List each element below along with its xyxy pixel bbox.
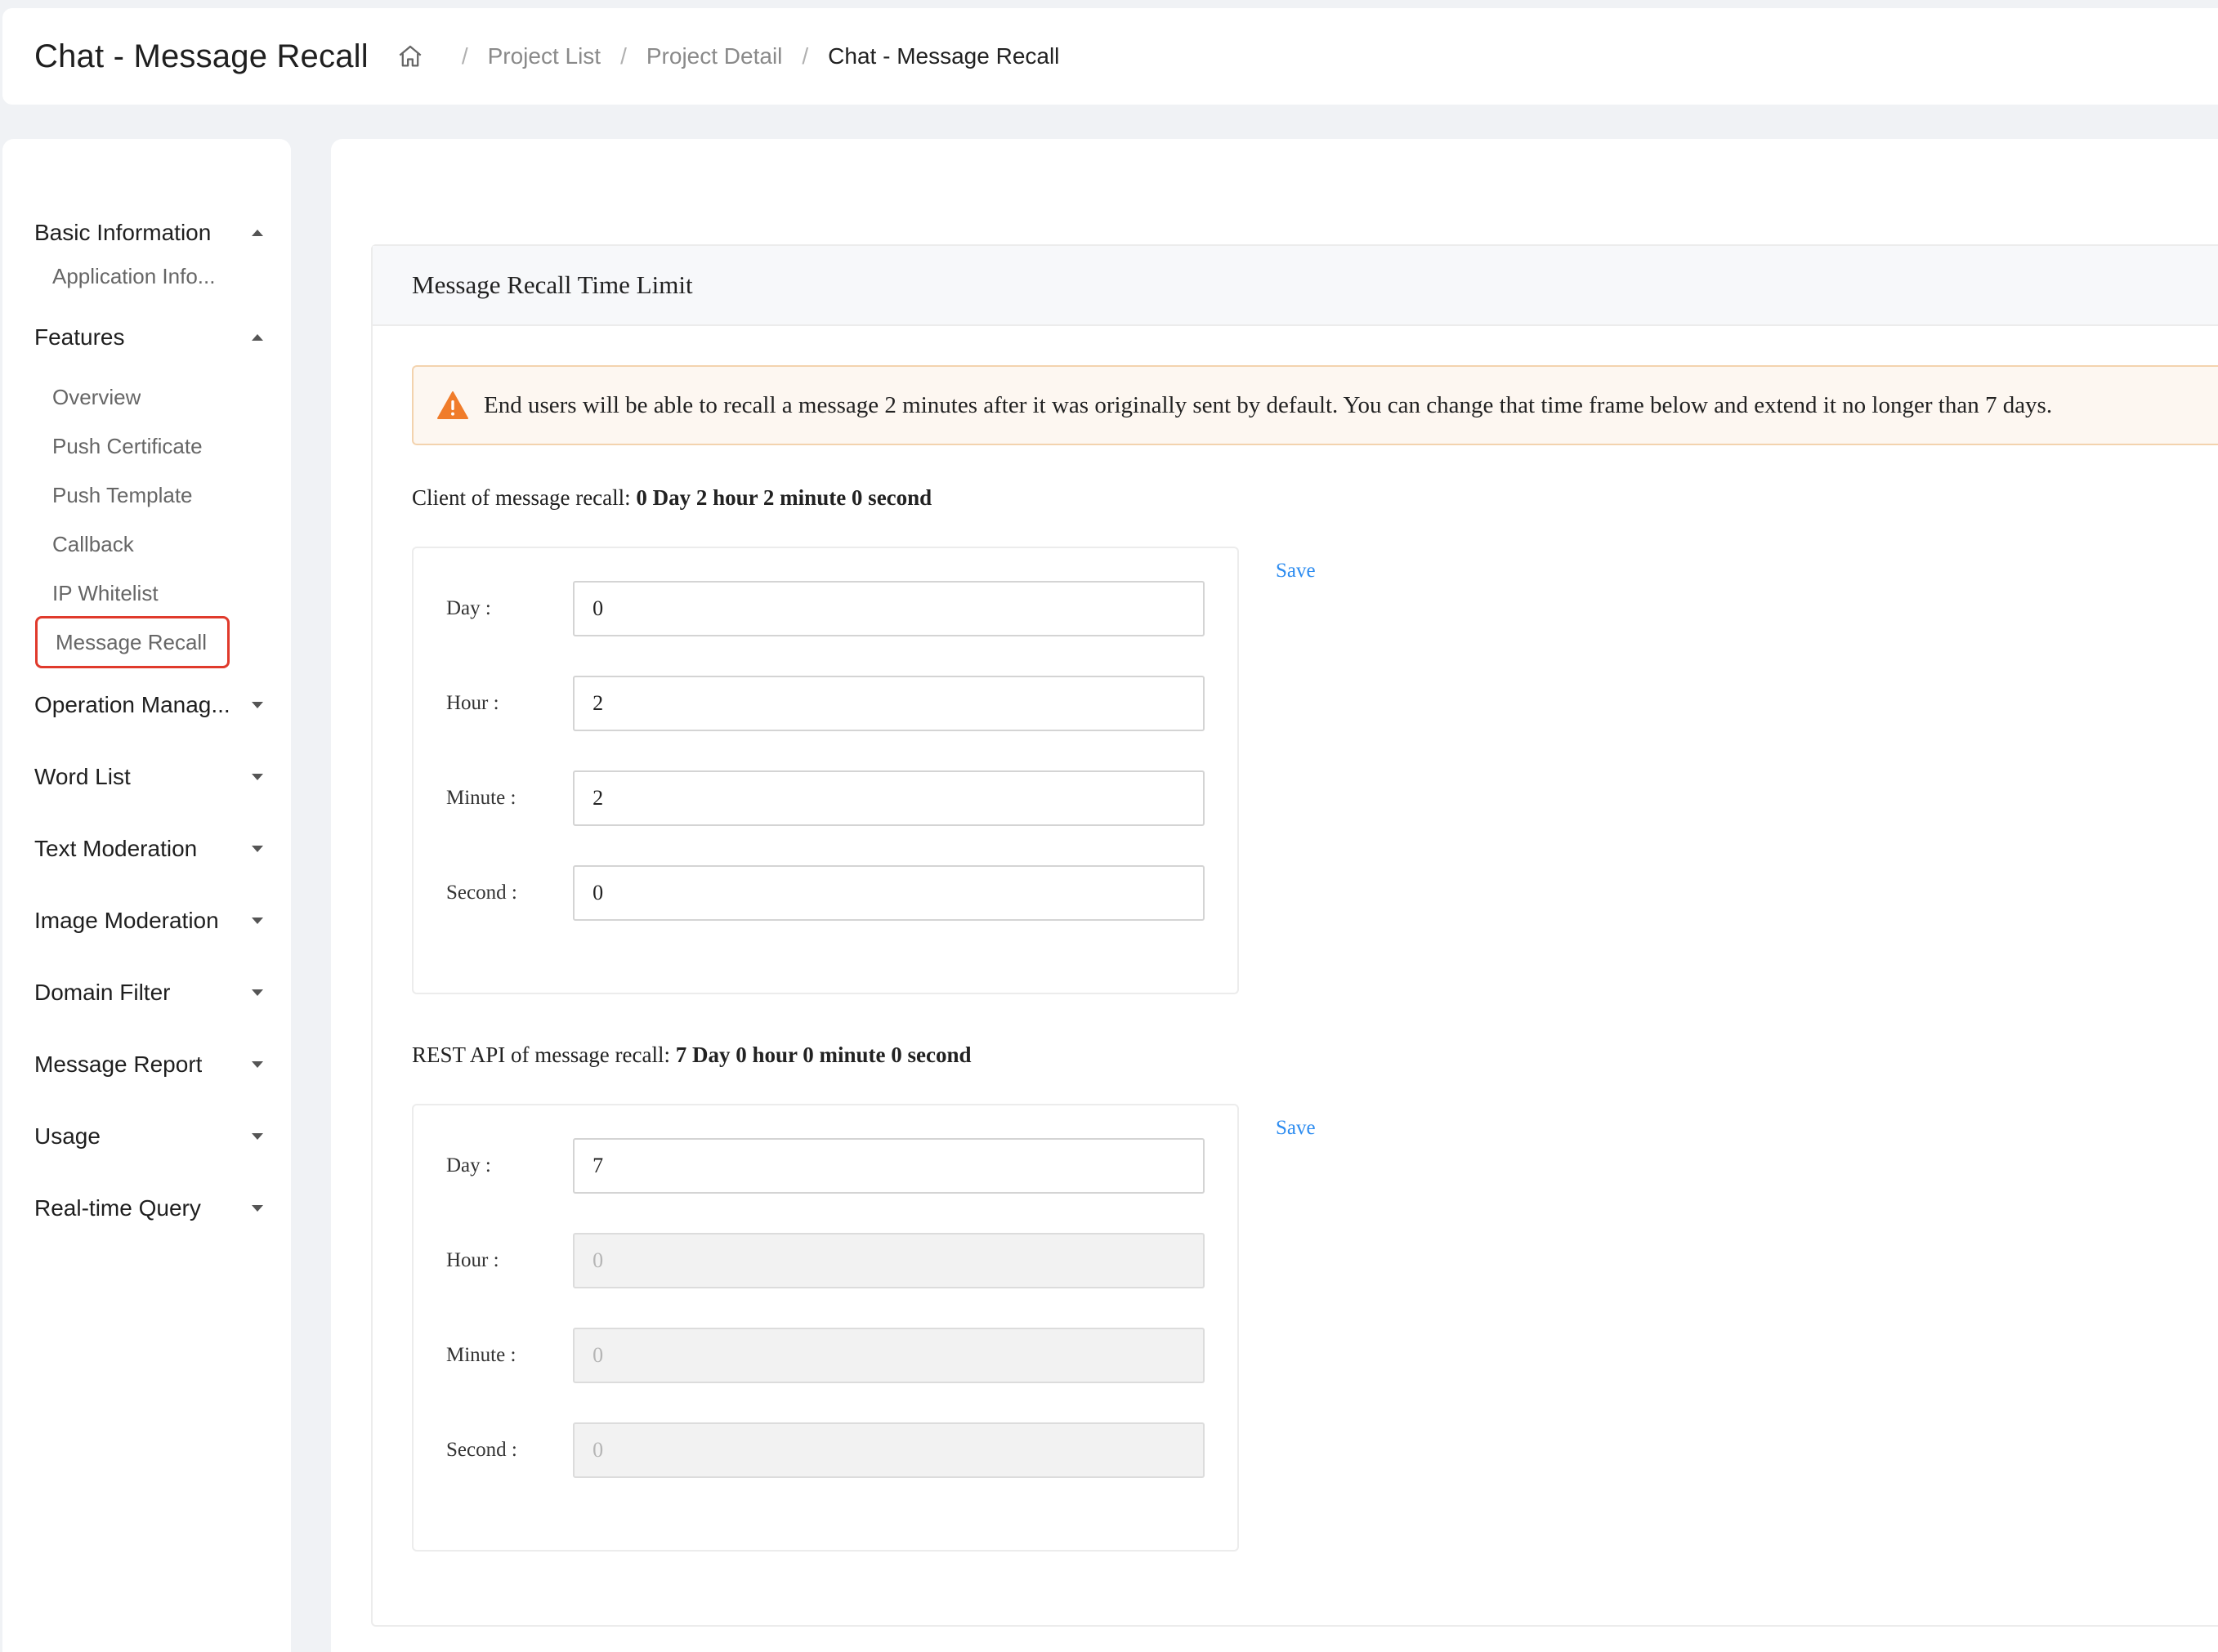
sidebar-group-features[interactable]: Features — [34, 317, 263, 358]
client-minute-input[interactable] — [573, 770, 1205, 826]
client-second-row: Second : — [446, 865, 1205, 921]
client-recall-title: Client of message recall: 0 Day 2 hour 2… — [412, 485, 932, 510]
breadcrumb-separator: / — [620, 43, 627, 69]
client-recall-form: Day : Hour : Minute : Second : — [412, 547, 1239, 994]
sidebar-group-real-time-query[interactable]: Real-time Query — [34, 1188, 263, 1229]
sidebar-group-label: Message Report — [34, 1051, 203, 1077]
caret-down-icon — [252, 702, 263, 708]
client-save-button[interactable]: Save — [1276, 560, 1316, 583]
breadcrumb-separator: / — [802, 43, 809, 69]
sidebar-group-operation-management[interactable]: Operation Manag... — [34, 685, 263, 726]
sidebar-group-basic-information[interactable]: Basic Information — [34, 212, 263, 253]
home-icon[interactable] — [396, 42, 424, 70]
main-content: Message Recall Time Limit End users will… — [331, 139, 2218, 1652]
sidebar-group-label: Basic Information — [34, 220, 212, 245]
caret-down-icon — [252, 989, 263, 996]
caret-up-icon — [252, 230, 263, 236]
breadcrumb-separator: / — [461, 43, 468, 69]
sidebar-group-label: Usage — [34, 1123, 101, 1149]
rest-day-input[interactable] — [573, 1138, 1205, 1194]
sidebar-group-label: Image Moderation — [34, 908, 219, 933]
sidebar-item-ip-whitelist[interactable]: IP Whitelist — [52, 575, 248, 611]
message-recall-card: Message Recall Time Limit End users will… — [371, 244, 2218, 1627]
second-label: Second : — [446, 1439, 517, 1461]
client-second-input[interactable] — [573, 865, 1205, 921]
caret-down-icon — [252, 774, 263, 780]
minute-label: Minute : — [446, 1344, 516, 1366]
second-label: Second : — [446, 882, 517, 904]
caret-down-icon — [252, 1133, 263, 1140]
caret-down-icon — [252, 1061, 263, 1068]
sidebar: Basic Information Application Info... Fe… — [2, 139, 291, 1652]
day-label: Day : — [446, 1154, 491, 1176]
hour-label: Hour : — [446, 692, 499, 714]
sidebar-item-push-certificate[interactable]: Push Certificate — [52, 428, 248, 464]
sidebar-group-message-report[interactable]: Message Report — [34, 1044, 263, 1085]
sidebar-group-label: Operation Manag... — [34, 692, 230, 717]
breadcrumb-project-detail[interactable]: Project Detail — [646, 43, 783, 69]
caret-down-icon — [252, 1205, 263, 1212]
breadcrumb-current: Chat - Message Recall — [828, 43, 1060, 69]
sidebar-group-label: Features — [34, 324, 125, 350]
sidebar-group-label: Domain Filter — [34, 980, 171, 1005]
caret-down-icon — [252, 846, 263, 852]
alert-text: End users will be able to recall a messa… — [484, 391, 2053, 418]
hour-label: Hour : — [446, 1249, 499, 1271]
minute-label: Minute : — [446, 787, 516, 809]
breadcrumb: / Project List / Project Detail / Chat -… — [396, 42, 1060, 70]
client-recall-value: 0 Day 2 hour 2 minute 0 second — [636, 485, 932, 510]
client-day-input[interactable] — [573, 581, 1205, 636]
warning-icon — [437, 391, 468, 419]
info-alert: End users will be able to recall a messa… — [412, 365, 2218, 445]
client-hour-row: Hour : — [446, 676, 1205, 731]
rest-recall-title: REST API of message recall: 7 Day 0 hour… — [412, 1043, 972, 1067]
sidebar-group-image-moderation[interactable]: Image Moderation — [34, 900, 263, 941]
sidebar-group-word-list[interactable]: Word List — [34, 757, 263, 797]
day-label: Day : — [446, 597, 491, 619]
rest-recall-value: 7 Day 0 hour 0 minute 0 second — [675, 1043, 972, 1067]
sidebar-group-usage[interactable]: Usage — [34, 1116, 263, 1157]
client-day-row: Day : — [446, 581, 1205, 636]
card-title: Message Recall Time Limit — [373, 246, 2218, 326]
sidebar-item-callback[interactable]: Callback — [52, 526, 248, 562]
rest-save-button[interactable]: Save — [1276, 1117, 1316, 1140]
rest-second-row: Second : — [446, 1422, 1205, 1478]
rest-minute-input — [573, 1328, 1205, 1383]
sidebar-group-label: Real-time Query — [34, 1195, 201, 1221]
top-header: Chat - Message Recall / Project List / P… — [2, 8, 2218, 105]
rest-hour-row: Hour : — [446, 1233, 1205, 1288]
page-title: Chat - Message Recall — [34, 38, 369, 74]
sidebar-group-label: Text Moderation — [34, 836, 198, 861]
rest-day-row: Day : — [446, 1138, 1205, 1194]
rest-recall-form: Day : Hour : Minute : Second : — [412, 1104, 1239, 1552]
sidebar-item-overview[interactable]: Overview — [52, 379, 248, 415]
caret-down-icon — [252, 918, 263, 924]
rest-minute-row: Minute : — [446, 1328, 1205, 1383]
rest-hour-input — [573, 1233, 1205, 1288]
caret-up-icon — [252, 334, 263, 341]
sidebar-group-text-moderation[interactable]: Text Moderation — [34, 828, 263, 869]
sidebar-item-push-template[interactable]: Push Template — [52, 477, 248, 513]
client-minute-row: Minute : — [446, 770, 1205, 826]
sidebar-group-label: Word List — [34, 764, 131, 789]
client-hour-input[interactable] — [573, 676, 1205, 731]
rest-second-input — [573, 1422, 1205, 1478]
sidebar-group-domain-filter[interactable]: Domain Filter — [34, 972, 263, 1013]
breadcrumb-project-list[interactable]: Project List — [488, 43, 601, 69]
sidebar-item-message-recall[interactable]: Message Recall — [35, 616, 230, 668]
sidebar-item-application-info[interactable]: Application Info... — [52, 258, 248, 294]
